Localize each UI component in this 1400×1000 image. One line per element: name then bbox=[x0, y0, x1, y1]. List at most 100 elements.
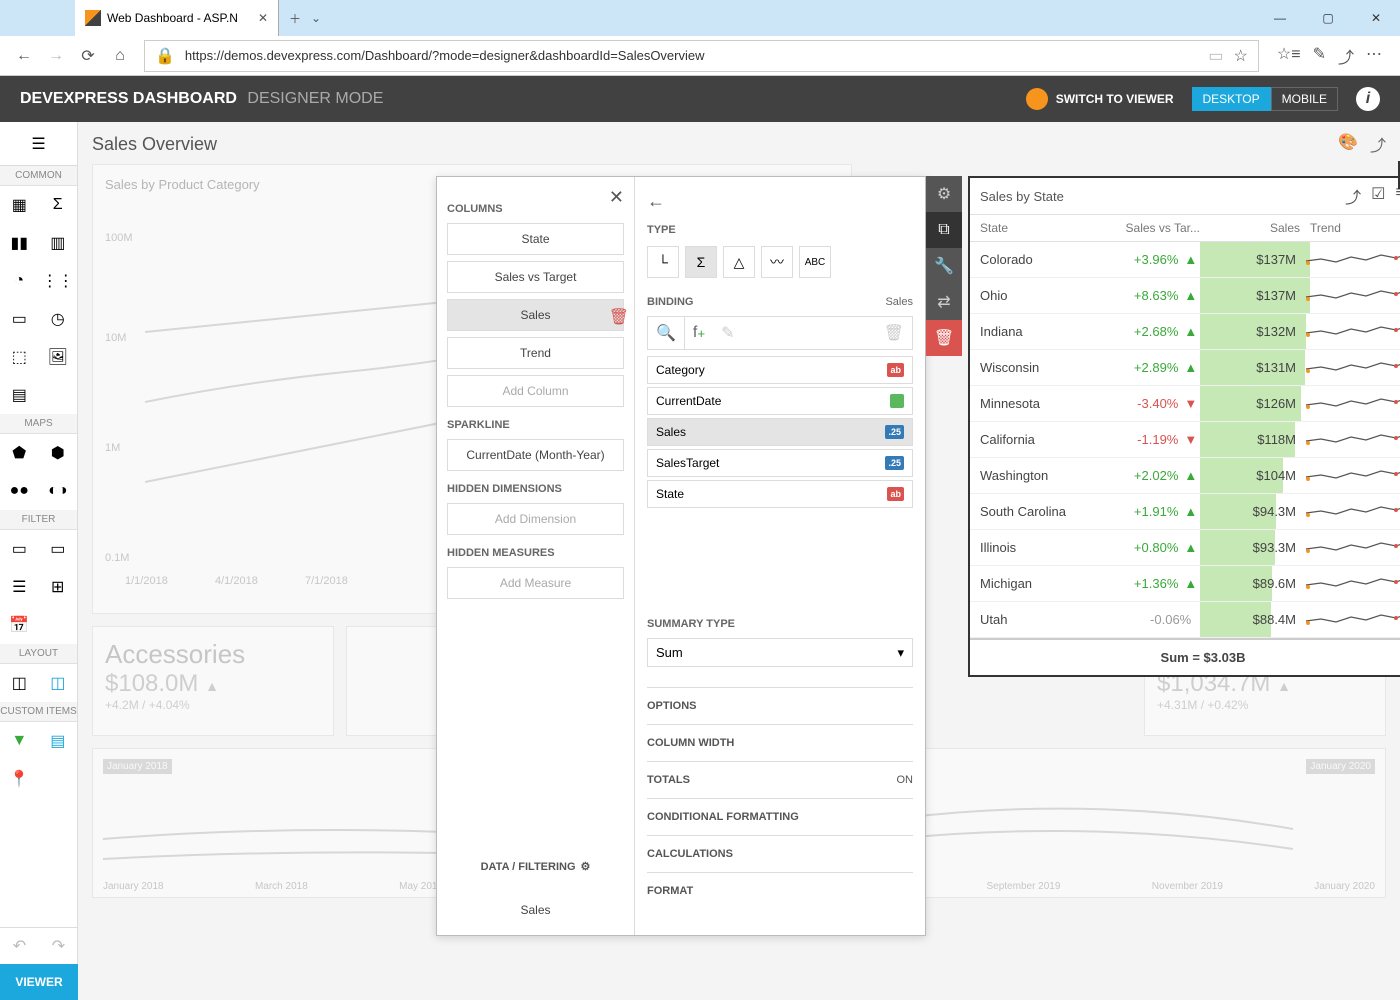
interactivity-tool-icon[interactable]: 🔧 bbox=[926, 248, 962, 284]
back-icon[interactable]: ← bbox=[647, 191, 665, 211]
field-category[interactable]: Categoryab bbox=[647, 356, 913, 384]
table-row[interactable]: Michigan +1.36%▲ $89.6M bbox=[970, 566, 1400, 602]
column-sales-vs-target[interactable]: Sales vs Target bbox=[447, 261, 624, 293]
redo-icon[interactable]: ↷ bbox=[52, 936, 65, 956]
table-row[interactable]: Illinois +0.80%▲ $93.3M bbox=[970, 530, 1400, 566]
scatter-chart-icon[interactable]: ⋮⋮ bbox=[39, 262, 78, 300]
sales-by-state-widget[interactable]: ✥ Sales by State ⤴ ☑ ≡ ⛶ State Sales vs … bbox=[968, 176, 1400, 677]
stacked-chart-icon[interactable]: ▥ bbox=[39, 224, 78, 262]
tab-container-icon[interactable]: ◫ bbox=[39, 664, 78, 702]
multiselect-icon[interactable]: ☑ bbox=[1371, 184, 1385, 208]
tab-chevron-icon[interactable]: ⌄ bbox=[311, 11, 321, 25]
viewer-button[interactable]: VIEWER bbox=[0, 964, 78, 1000]
marker-icon[interactable]: 📍 bbox=[0, 760, 39, 798]
home-icon[interactable]: ⌂ bbox=[104, 40, 136, 72]
close-tab-icon[interactable]: ✕ bbox=[258, 11, 268, 25]
table-row[interactable]: Washington +2.02%▲ $104M bbox=[970, 458, 1400, 494]
choropleth-map-icon[interactable]: ⬟ bbox=[0, 434, 39, 472]
summary-type-select[interactable]: Sum▾ bbox=[647, 638, 913, 667]
placeholder-icon[interactable] bbox=[39, 376, 78, 414]
refresh-icon[interactable]: ⟳ bbox=[72, 40, 104, 72]
delete-field-icon[interactable]: 🗑 bbox=[876, 317, 912, 349]
table-row[interactable]: California -1.19%▼ $118M bbox=[970, 422, 1400, 458]
funnel-icon[interactable]: ▼ bbox=[0, 722, 39, 760]
convert-tool-icon[interactable]: ⇄ bbox=[926, 284, 962, 320]
accordion-options[interactable]: OPTIONS bbox=[647, 687, 913, 724]
export-widget-icon[interactable]: ⤴ bbox=[1345, 184, 1361, 208]
edit-icon[interactable]: ✎ bbox=[713, 317, 742, 349]
accordion-format[interactable]: FORMAT bbox=[647, 872, 913, 909]
date-filter-icon[interactable]: 📅 bbox=[0, 606, 39, 644]
custom-item-icon[interactable]: ▤ bbox=[39, 722, 78, 760]
switch-to-viewer-button[interactable]: SWITCH TO VIEWER bbox=[1026, 88, 1174, 110]
gauge-widget-icon[interactable]: ◷ bbox=[39, 300, 78, 338]
maximize-icon[interactable]: ▢ bbox=[1304, 0, 1352, 36]
table-row[interactable]: Minnesota -3.40%▼ $126M bbox=[970, 386, 1400, 422]
grid-widget-icon[interactable]: ▦ bbox=[0, 186, 39, 224]
sparkline-item[interactable]: CurrentDate (Month-Year) bbox=[447, 439, 624, 471]
type-delta-icon[interactable]: △ bbox=[723, 246, 755, 278]
data-filtering-button[interactable]: DATA / FILTERING ⚙ bbox=[437, 860, 634, 873]
bookmark-star-icon[interactable]: ☆ bbox=[1234, 46, 1248, 66]
field-sales[interactable]: Sales.25 bbox=[647, 418, 913, 446]
close-popup-icon[interactable]: ✕ bbox=[609, 187, 624, 208]
add-calc-field-icon[interactable]: f+ bbox=[684, 317, 713, 349]
column-trend[interactable]: Trend bbox=[447, 337, 624, 369]
accordion-totals[interactable]: TOTALSON bbox=[647, 761, 913, 798]
more-icon[interactable]: ⋯ bbox=[1366, 44, 1382, 68]
accordion-conditional-formatting[interactable]: CONDITIONAL FORMATTING bbox=[647, 798, 913, 835]
mobile-mode-button[interactable]: MOBILE bbox=[1271, 87, 1338, 111]
pie-chart-icon[interactable]: ◔ bbox=[0, 262, 39, 300]
footer-tab-sales[interactable]: Sales bbox=[437, 893, 634, 927]
reading-mode-icon[interactable]: ▭ bbox=[1208, 46, 1223, 66]
export-icon[interactable]: ⤴ bbox=[1370, 132, 1386, 156]
bubble-map-icon[interactable]: ●● bbox=[0, 472, 39, 510]
kpi-accessories[interactable]: Accessories $108.0M ▲ +4.2M / +4.04% bbox=[92, 626, 334, 736]
accordion-calculations[interactable]: CALCULATIONS bbox=[647, 835, 913, 872]
range-filter-icon[interactable]: ▭ bbox=[0, 530, 39, 568]
table-row[interactable]: Utah -0.06% $88.4M bbox=[970, 602, 1400, 638]
column-state[interactable]: State bbox=[447, 223, 624, 255]
share-icon[interactable]: ⤴ bbox=[1338, 44, 1354, 68]
type-measure-icon[interactable]: Σ bbox=[685, 246, 717, 278]
field-currentdate[interactable]: CurrentDate bbox=[647, 387, 913, 415]
table-row[interactable]: Indiana +2.68%▲ $132M bbox=[970, 314, 1400, 350]
table-row[interactable]: Ohio +8.63%▲ $137M bbox=[970, 278, 1400, 314]
field-salestarget[interactable]: SalesTarget.25 bbox=[647, 449, 913, 477]
text-widget-icon[interactable]: ⬚ bbox=[0, 338, 39, 376]
delete-column-icon[interactable]: 🗑 bbox=[609, 307, 629, 327]
table-row[interactable]: South Carolina +1.91%▲ $94.3M bbox=[970, 494, 1400, 530]
accordion-column-width[interactable]: COLUMN WIDTH bbox=[647, 724, 913, 761]
palette-icon[interactable]: 🎨 bbox=[1338, 132, 1358, 156]
bar-chart-icon[interactable]: ▮▮ bbox=[0, 224, 39, 262]
image-widget-icon[interactable]: 🖼 bbox=[39, 338, 78, 376]
add-column-button[interactable]: Add Column bbox=[447, 375, 624, 407]
back-icon[interactable]: ← bbox=[8, 40, 40, 72]
pivot-widget-icon[interactable]: Σ bbox=[39, 186, 78, 224]
url-input[interactable]: 🔒 https://demos.devexpress.com/Dashboard… bbox=[144, 40, 1259, 72]
new-tab-icon[interactable]: ＋ bbox=[289, 10, 301, 27]
delete-widget-icon[interactable]: 🗑 bbox=[926, 320, 962, 356]
table-row[interactable]: Wisconsin +2.89%▲ $131M bbox=[970, 350, 1400, 386]
add-dimension-button[interactable]: Add Dimension bbox=[447, 503, 624, 535]
close-window-icon[interactable]: ✕ bbox=[1352, 0, 1400, 36]
column-sales[interactable]: Sales bbox=[447, 299, 624, 331]
desktop-mode-button[interactable]: DESKTOP bbox=[1192, 87, 1271, 111]
favorites-icon[interactable]: ☆≡ bbox=[1277, 44, 1301, 68]
add-measure-button[interactable]: Add Measure bbox=[447, 567, 624, 599]
card-widget-icon[interactable]: ▭ bbox=[0, 300, 39, 338]
notes-icon[interactable]: ✎ bbox=[1313, 44, 1326, 68]
combobox-filter-icon[interactable]: ▭ bbox=[39, 530, 78, 568]
undo-icon[interactable]: ↶ bbox=[13, 936, 26, 956]
table-row[interactable]: Colorado +3.96%▲ $137M bbox=[970, 242, 1400, 278]
tree-filter-icon[interactable]: ⊞ bbox=[39, 568, 78, 606]
binding-tool-icon[interactable]: ⧉ bbox=[926, 212, 962, 248]
geo-point-map-icon[interactable]: ⬢ bbox=[39, 434, 78, 472]
type-text-icon[interactable]: ABC bbox=[799, 246, 831, 278]
hamburger-icon[interactable]: ☰ bbox=[0, 122, 77, 166]
treemap-icon[interactable]: ▤ bbox=[0, 376, 39, 414]
field-state[interactable]: Stateab bbox=[647, 480, 913, 508]
search-icon[interactable]: 🔍 bbox=[648, 317, 684, 349]
pie-map-icon[interactable]: ◐◑ bbox=[39, 472, 78, 510]
type-dimension-icon[interactable]: └ bbox=[647, 246, 679, 278]
